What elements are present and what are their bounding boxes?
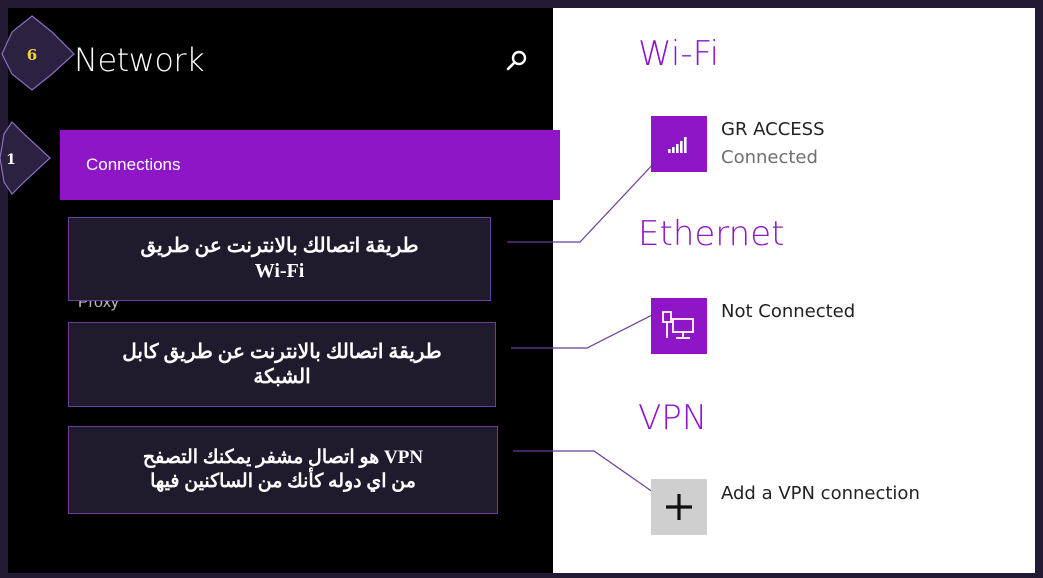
wifi-callout-line1: طريقة اتصالك بالانترنت عن طريق bbox=[140, 235, 419, 257]
ethernet-callout: طريقة اتصالك بالانترنت عن طريق كابل الشب… bbox=[68, 322, 496, 407]
search-icon[interactable] bbox=[502, 46, 532, 76]
step-badge-6: 6 bbox=[1, 15, 75, 91]
wifi-network-status: Connected bbox=[721, 147, 818, 168]
window-frame-right bbox=[1035, 0, 1043, 578]
step-badge-1: 1 bbox=[0, 121, 51, 195]
wifi-network-name[interactable]: GR ACCESS bbox=[721, 119, 825, 140]
pane-title: Network bbox=[74, 41, 205, 79]
vpn-callout-line1: VPN هو اتصال مشفر يمكنك التصفح bbox=[142, 447, 424, 469]
plus-icon bbox=[666, 494, 692, 520]
window-frame-top bbox=[0, 0, 1043, 8]
wifi-heading: Wi-Fi bbox=[638, 34, 720, 74]
wifi-signal-icon bbox=[668, 137, 687, 153]
nav-item-connections[interactable]: Connections bbox=[60, 130, 560, 200]
wifi-callout-line2: Wi-Fi bbox=[254, 260, 305, 282]
nav-item-connections-label: Connections bbox=[86, 155, 181, 174]
ethernet-status[interactable]: Not Connected bbox=[721, 301, 855, 322]
ethernet-callout-line2: الشبكة bbox=[253, 365, 311, 388]
vpn-callout-line2: من اي دوله كأنك من الساكنين فيها bbox=[150, 471, 416, 492]
add-vpn-tile[interactable] bbox=[651, 479, 707, 535]
vpn-heading: VPN bbox=[638, 398, 708, 438]
step-badge-1-label: 1 bbox=[6, 152, 16, 168]
ethernet-tile[interactable] bbox=[651, 298, 707, 354]
ethernet-callout-line1: طريقة اتصالك بالانترنت عن طريق كابل bbox=[122, 340, 442, 363]
vpn-callout: VPN هو اتصال مشفر يمكنك التصفح من اي دول… bbox=[68, 426, 498, 514]
wifi-network-tile[interactable] bbox=[651, 116, 707, 172]
window-frame-bottom bbox=[0, 573, 1043, 578]
add-vpn-label[interactable]: Add a VPN connection bbox=[721, 483, 920, 504]
wifi-callout: طريقة اتصالك بالانترنت عن طريق Wi-Fi bbox=[68, 217, 491, 301]
ethernet-heading: Ethernet bbox=[638, 214, 785, 254]
ethernet-icon bbox=[662, 311, 694, 339]
step-badge-6-label: 6 bbox=[27, 46, 37, 64]
